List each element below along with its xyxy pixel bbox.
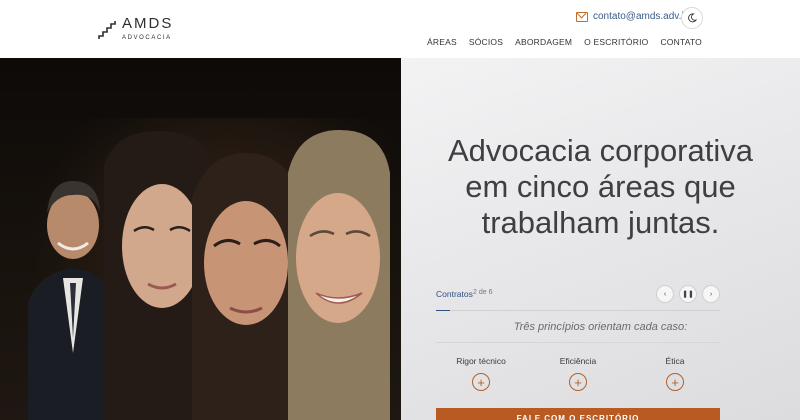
slide-title[interactable]: Contratos bbox=[436, 289, 473, 299]
slide-progress-bar bbox=[436, 310, 720, 311]
expand-plus-icon[interactable]: + bbox=[666, 373, 684, 391]
contact-cta-button[interactable]: FALE COM O ESCRITÓRIO bbox=[436, 408, 720, 420]
site-header: AMDS ADVOCACIA contato@amds.adv.br ÁREAS… bbox=[0, 0, 800, 59]
theme-toggle-button[interactable] bbox=[681, 7, 703, 29]
contact-email-link[interactable]: contato@amds.adv.br bbox=[576, 11, 690, 22]
partner-portrait-3 bbox=[192, 153, 300, 420]
principles-intro: Três princípios orientam cada caso: bbox=[513, 321, 688, 333]
nav-abordagem[interactable]: ABORDAGEM bbox=[515, 37, 572, 47]
nav-socios[interactable]: SÓCIOS bbox=[469, 37, 503, 47]
chevron-right-icon: › bbox=[709, 290, 713, 298]
stairs-logo-icon bbox=[98, 21, 116, 39]
divider bbox=[436, 342, 720, 343]
contact-email: contato@amds.adv.br bbox=[593, 11, 691, 22]
principles-list: Rigor técnico + Eficiência + Ética + bbox=[436, 356, 720, 391]
pause-icon: ❚❚ bbox=[682, 291, 694, 298]
main-nav: ÁREAS SÓCIOS ABORDAGEM O ESCRITÓRIO CONT… bbox=[427, 37, 702, 47]
mail-icon bbox=[576, 11, 588, 22]
nav-escritorio[interactable]: O ESCRITÓRIO bbox=[584, 37, 648, 47]
chevron-left-icon: ‹ bbox=[663, 290, 667, 298]
principle-rigor: Rigor técnico + bbox=[456, 356, 506, 391]
brand-logo[interactable]: AMDS ADVOCACIA bbox=[98, 16, 173, 44]
expand-plus-icon[interactable]: + bbox=[472, 373, 490, 391]
prev-slide-button[interactable]: ‹ bbox=[656, 285, 674, 303]
slide-progress-fill bbox=[436, 310, 451, 311]
brand-subtitle: ADVOCACIA bbox=[122, 35, 172, 41]
expand-plus-icon[interactable]: + bbox=[569, 373, 587, 391]
area-slider: Contratos 2 de 6 ‹ ❚❚ › bbox=[436, 282, 720, 306]
slide-counter: 2 de 6 bbox=[473, 289, 493, 296]
moon-icon bbox=[688, 13, 697, 23]
pause-slider-button[interactable]: ❚❚ bbox=[679, 285, 697, 303]
hero-panel: Advocacia corporativa em cinco áreas que… bbox=[401, 58, 800, 420]
hero-headline: Advocacia corporativa em cinco áreas que… bbox=[448, 133, 753, 240]
brand-name: AMDS bbox=[122, 15, 174, 32]
principle-eficiencia: Eficiência + bbox=[559, 356, 597, 391]
next-slide-button[interactable]: › bbox=[702, 285, 720, 303]
nav-contato[interactable]: CONTATO bbox=[660, 37, 702, 47]
partners-photo bbox=[0, 58, 401, 420]
nav-areas[interactable]: ÁREAS bbox=[427, 37, 457, 47]
partner-portrait-4 bbox=[288, 130, 390, 420]
principle-etica: Ética + bbox=[665, 356, 685, 391]
